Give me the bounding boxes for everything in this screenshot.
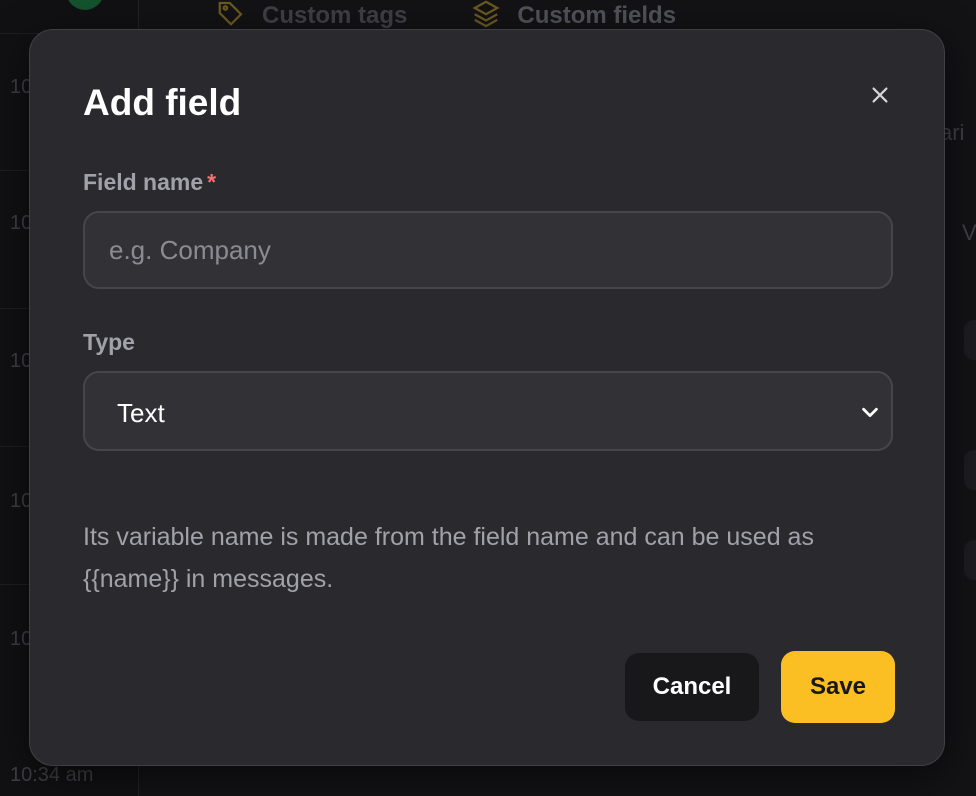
truncated-text: V xyxy=(962,220,976,245)
cancel-button[interactable]: Cancel xyxy=(625,653,759,721)
avatar xyxy=(66,0,104,10)
close-button[interactable] xyxy=(863,80,897,114)
save-button[interactable]: Save xyxy=(781,651,895,723)
tab-label: Custom tags xyxy=(262,2,408,29)
add-field-dialog: Add field Field name* Type Text Its vari… xyxy=(29,29,945,766)
background-tabs: Custom tags Custom fields xyxy=(216,0,676,32)
tab-label: Custom fields xyxy=(517,2,677,29)
field-name-label: Field name * xyxy=(83,169,217,195)
chevron-down-icon xyxy=(859,401,881,423)
variable-hint: Its variable name is made from the field… xyxy=(83,523,814,593)
required-marker: * xyxy=(207,169,217,195)
close-icon xyxy=(869,84,891,111)
type-label: Type xyxy=(83,329,135,355)
type-select[interactable]: Text xyxy=(83,371,893,451)
dialog-title: Add field xyxy=(83,82,242,123)
message-time: 10:34 am xyxy=(10,764,94,786)
type-selected-value: Text xyxy=(117,398,165,428)
field-name-input[interactable] xyxy=(83,211,893,289)
